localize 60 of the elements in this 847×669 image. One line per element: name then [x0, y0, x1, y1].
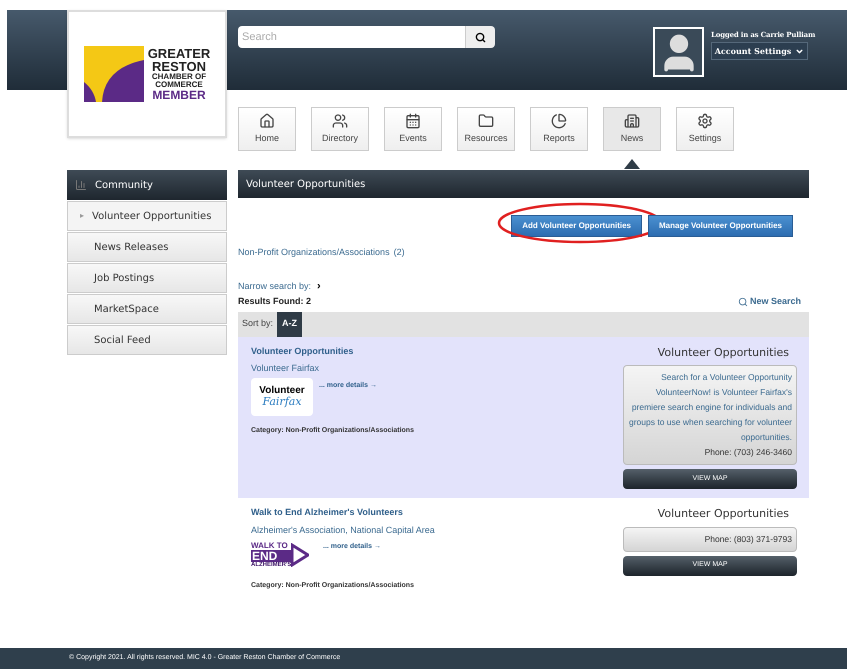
logo-text: CHAMBER OF [152, 73, 206, 81]
nav-tile[interactable]: News [603, 107, 661, 151]
avatar [653, 27, 704, 77]
sidebar-item[interactable]: ▸ Volunteer Opportunities [67, 201, 227, 231]
side-title: Volunteer Opportunities [658, 344, 789, 360]
sort-label: Sort by: [242, 317, 274, 330]
caret-icon [795, 46, 804, 56]
logo-text: WALK TO [251, 542, 289, 550]
result-title[interactable]: Walk to End Alzheimer's Volunteers [251, 506, 435, 520]
settings-icon [697, 112, 713, 129]
phone: Phone: (803) 371-9793 [704, 532, 792, 546]
result-org[interactable]: Volunteer Fairfax [251, 362, 414, 376]
logo-text: Fairfax [262, 396, 302, 407]
triangle-icon [291, 543, 310, 567]
search-icon [475, 32, 486, 42]
logo-text: MEMBER [152, 89, 206, 101]
category-count: (2) [394, 246, 405, 259]
nav-tile[interactable]: Home [238, 107, 296, 151]
sidebar-item[interactable]: Job Postings [67, 263, 227, 293]
side-title: Volunteer Opportunities [658, 506, 789, 522]
phone: Phone: (703) 246-3460 [704, 446, 792, 459]
page-title: Volunteer Opportunities [246, 178, 366, 192]
sidebar-item[interactable]: Social Feed [67, 325, 227, 355]
chart-icon [75, 179, 87, 191]
logo-text: RESTON [152, 60, 206, 73]
people-icon [332, 112, 348, 129]
account-settings-button[interactable]: Account Settings [711, 42, 808, 60]
search-icon [738, 296, 748, 307]
folder-icon [478, 112, 494, 129]
logo-text: END [251, 550, 292, 562]
sort-option[interactable]: A-Z [277, 312, 302, 336]
sidebar-item[interactable]: MarketSpace [67, 294, 227, 324]
nav-tile[interactable]: Events [384, 107, 442, 151]
search-field[interactable]: Search [238, 26, 465, 48]
action-button[interactable]: Add Volunteer Opportunities [511, 215, 642, 237]
new-search-link[interactable]: New Search [738, 295, 801, 308]
nav-tile[interactable]: Directory [311, 107, 369, 151]
pie-chart-icon [551, 112, 567, 129]
nav-tile[interactable]: Reports [530, 107, 588, 151]
nav-tile[interactable]: Settings [676, 107, 734, 151]
calendar-icon [405, 112, 421, 129]
logo-text: COMMERCE [155, 81, 203, 89]
search-button[interactable] [465, 26, 495, 48]
logo-text: Volunteer [259, 386, 305, 396]
chevron-icon[interactable]: › [317, 280, 321, 292]
logo-mark-icon [84, 46, 144, 102]
sidebar-title: Community [95, 178, 153, 192]
logo-text: GREATER [148, 47, 210, 60]
nav-tile[interactable]: Resources [457, 107, 515, 151]
category-link[interactable]: Non-Profit Organizations/Associations [238, 246, 390, 260]
result-org[interactable]: Alzheimer's Association, National Capital Area [251, 524, 435, 537]
action-button[interactable]: Manage Volunteer Opportunities [648, 215, 793, 237]
arrow-icon: ▸ [80, 210, 84, 222]
home-icon [259, 112, 275, 129]
building-icon [624, 112, 640, 129]
results-found: Results Found: 2 [238, 295, 312, 308]
result-title[interactable]: Volunteer Opportunities [251, 344, 414, 358]
narrow-search-label: Narrow search by: [238, 280, 312, 293]
description: Search for a Volunteer Opportunity VolunteerNow! is Volunteer Fairfax's premiere search engine for individuals and groups to use when searching for volunteer opportunities. [628, 371, 792, 444]
sidebar-item[interactable]: News Releases [67, 232, 227, 262]
